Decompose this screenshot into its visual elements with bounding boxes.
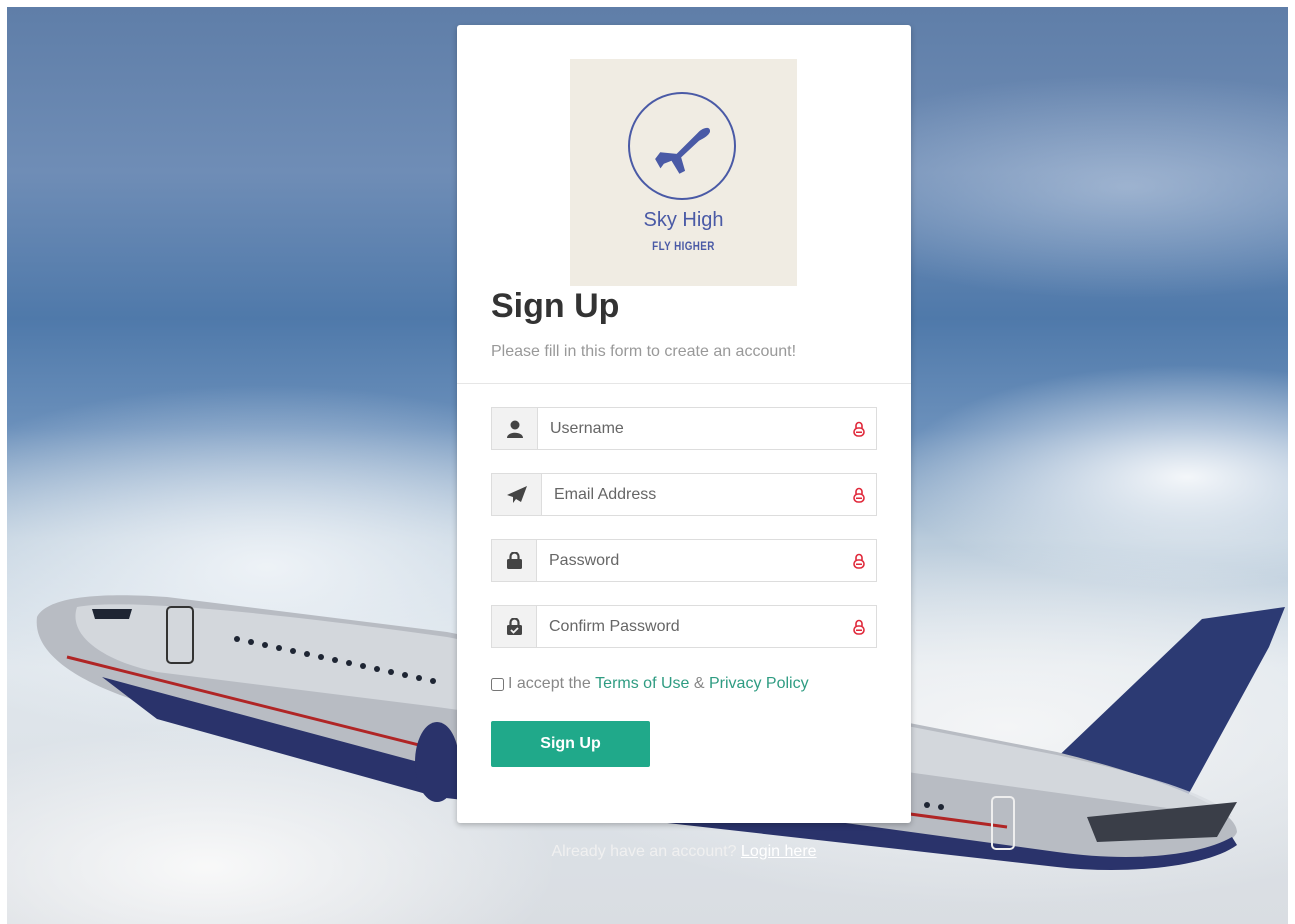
password-field-group xyxy=(491,539,877,582)
login-prompt: Already have an account? Login here xyxy=(457,843,911,861)
username-input[interactable] xyxy=(538,408,842,449)
password-manager-lock-icon[interactable] xyxy=(842,606,876,647)
login-link[interactable]: Login here xyxy=(741,843,817,860)
password-manager-lock-icon[interactable] xyxy=(842,408,876,449)
terms-prefix: I accept the xyxy=(508,675,591,692)
signup-button[interactable]: Sign Up xyxy=(491,721,650,767)
email-field-group xyxy=(491,473,877,516)
paper-plane-icon xyxy=(492,474,542,515)
page-title: Sign Up xyxy=(491,287,620,325)
lock-check-icon xyxy=(492,606,537,647)
password-input[interactable] xyxy=(537,540,842,581)
brand-tagline: FLY HIGHER xyxy=(652,239,715,253)
password-manager-lock-icon[interactable] xyxy=(842,474,876,515)
terms-row: I accept the Terms of Use & Privacy Poli… xyxy=(491,675,809,693)
signup-card: Sky High FLY HIGHER Sign Up Please fill … xyxy=(457,25,911,823)
email-input[interactable] xyxy=(542,474,842,515)
brand-logo: Sky High FLY HIGHER xyxy=(570,59,797,286)
divider xyxy=(457,383,911,384)
privacy-policy-link[interactable]: Privacy Policy xyxy=(709,675,809,693)
form-subtitle: Please fill in this form to create an ac… xyxy=(491,343,797,360)
lock-icon xyxy=(492,540,537,581)
username-field-group xyxy=(491,407,877,450)
login-prompt-text: Already have an account? xyxy=(551,843,737,860)
brand-name: Sky High xyxy=(643,209,724,231)
terms-of-use-link[interactable]: Terms of Use xyxy=(595,675,689,693)
terms-joiner: & xyxy=(693,675,705,692)
terms-checkbox[interactable] xyxy=(491,677,504,691)
password-manager-lock-icon[interactable] xyxy=(842,540,876,581)
confirm-password-input[interactable] xyxy=(537,606,842,647)
airplane-icon xyxy=(655,127,710,174)
confirm-password-field-group xyxy=(491,605,877,648)
user-icon xyxy=(492,408,538,449)
logo-circle xyxy=(628,92,736,200)
